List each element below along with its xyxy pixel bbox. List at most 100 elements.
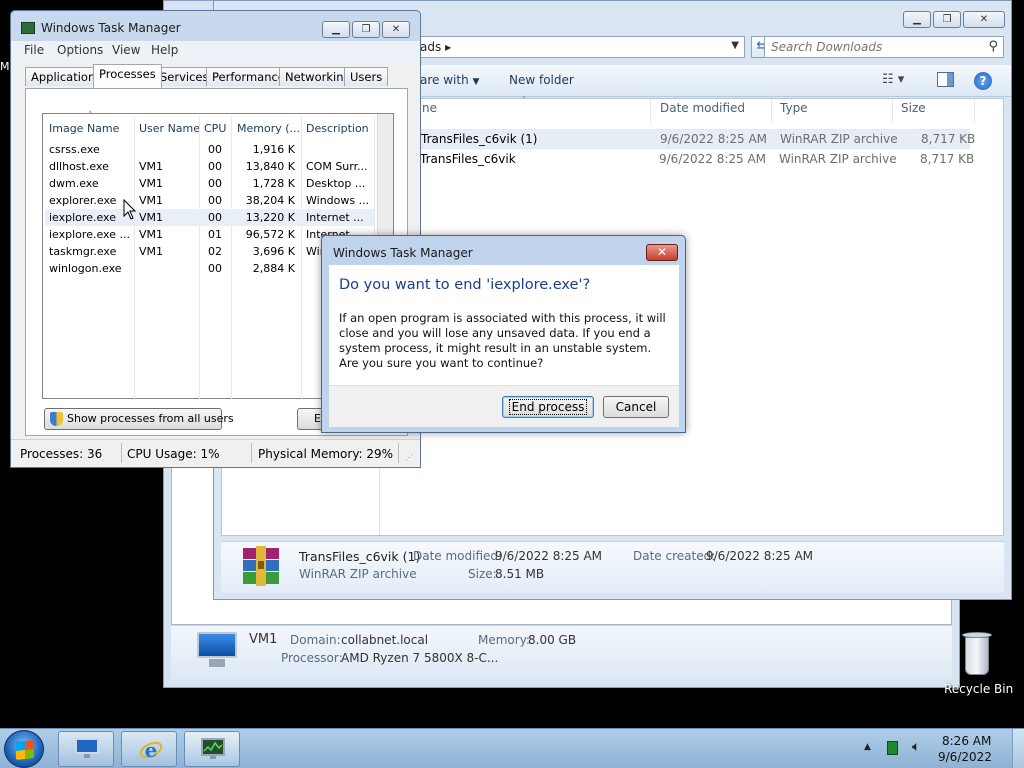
computer-name: VM1 (249, 632, 278, 647)
file-row[interactable]: TransFiles_c6vik (1) 9/6/2022 8:25 AM Wi… (420, 129, 975, 149)
computer-icon (75, 738, 99, 760)
end-process-dialog[interactable]: Windows Task Manager ✕ Do you want to en… (321, 235, 686, 433)
column-header-type[interactable]: Type (780, 101, 808, 115)
recycle-bin-shortcut[interactable]: Recycle Bin (944, 630, 1013, 700)
menu-options[interactable]: Options (57, 43, 103, 57)
file-date: 9/6/2022 8:25 AM (660, 132, 768, 146)
process-user-name: VM1 (139, 245, 164, 258)
svg-text:e: e (145, 738, 158, 762)
clock-time[interactable]: 8:26 AM (942, 734, 991, 748)
process-cpu: 02 (208, 245, 222, 258)
process-memory: 1,916 K (252, 143, 295, 156)
column-header-user-name[interactable]: User Name (139, 122, 200, 135)
close-button[interactable]: ✕ (382, 21, 410, 38)
clock-date[interactable]: 9/6/2022 (938, 750, 992, 764)
process-row[interactable]: dwm.exe VM1 00 1,728 K Desktop ... (45, 175, 374, 192)
address-text: ads ▸ (420, 40, 452, 54)
maximize-button[interactable]: ❐ (933, 11, 961, 28)
desktop-icon-label-partial: M (0, 60, 10, 73)
menu-help[interactable]: Help (151, 43, 178, 57)
process-cpu: 00 (208, 177, 222, 190)
process-memory: 1,728 K (252, 177, 295, 190)
status-physical-memory: Physical Memory: 29% (258, 447, 394, 461)
show-all-processes-button[interactable]: Show processes from all users (44, 408, 234, 430)
column-header-size[interactable]: Size (901, 101, 926, 115)
dialog-close-button[interactable]: ✕ (646, 244, 678, 261)
dialog-body: Do you want to end 'iexplore.exe'? If an… (329, 265, 679, 385)
column-header-image-name[interactable]: Image Name (49, 122, 119, 135)
tab-users[interactable]: Users (344, 67, 389, 86)
process-row[interactable]: iexplore.exe VM1 00 13,220 K Internet ... (45, 209, 374, 226)
process-cpu: 00 (208, 160, 222, 173)
search-icon[interactable]: ⚲ (988, 39, 998, 54)
column-header-name[interactable]: ne (422, 101, 437, 115)
status-processes: Processes: 36 (20, 447, 103, 461)
menu-file[interactable]: File (24, 43, 44, 57)
process-user-name: VM1 (139, 211, 164, 224)
dropdown-arrow-icon: ▼ (472, 77, 480, 87)
help-icon[interactable]: ? (974, 72, 992, 90)
column-header-date-modified[interactable]: Date modified (660, 101, 745, 115)
processor-label: Processor: (281, 651, 343, 665)
processor-value: AMD Ryzen 7 5800X 8-C... (341, 651, 499, 665)
date-modified-label: Date modified: (413, 549, 503, 563)
taskbar-internet-explorer-button[interactable]: e (121, 731, 177, 767)
start-button[interactable] (4, 730, 44, 768)
process-row[interactable]: csrss.exe 00 1,916 K (45, 141, 374, 158)
column-header-memory[interactable]: Memory (... (237, 122, 300, 135)
view-options-icon[interactable]: ☷ ▾ (882, 72, 904, 87)
show-hidden-icons-icon[interactable]: ▲ (864, 742, 871, 752)
column-header-cpu[interactable]: CPU (204, 122, 226, 135)
status-cpu-usage: CPU Usage: 1% (127, 447, 220, 461)
show-desktop-button[interactable] (1012, 729, 1024, 768)
breadcrumb-arrow-icon[interactable]: ▸ (445, 40, 451, 54)
taskbar-task-manager-button[interactable] (184, 731, 240, 767)
process-user-name: VM1 (139, 160, 164, 173)
dialog-title: Windows Task Manager (333, 246, 473, 260)
internet-explorer-icon: e (138, 738, 163, 762)
share-with-menu[interactable]: are with ▼ (420, 73, 479, 87)
maximize-button[interactable]: ❐ (352, 21, 380, 38)
close-button[interactable]: ✕ (963, 11, 1005, 28)
explorer-title-buttons: ▁ ❐ ✕ (901, 11, 1005, 28)
process-memory: 96,572 K (245, 228, 295, 241)
date-created-value: 9/6/2022 8:25 AM (706, 549, 814, 563)
process-image-name: explorer.exe (49, 194, 117, 207)
preview-pane-icon[interactable] (937, 72, 954, 87)
menu-view[interactable]: View (112, 43, 140, 57)
domain-label: Domain: (290, 633, 341, 647)
maximize-icon: ❐ (361, 24, 371, 35)
minimize-button[interactable]: ▁ (322, 21, 350, 38)
search-box[interactable]: ⚲ (764, 36, 1004, 58)
taskbar-explorer-button[interactable] (58, 731, 114, 767)
column-header-description[interactable]: Description (306, 122, 369, 135)
explorer-details-pane: TransFiles_c6vik (1) Date modified: 9/6/… (221, 541, 1004, 593)
process-image-name: taskmgr.exe (49, 245, 117, 258)
process-row[interactable]: dllhost.exe VM1 00 13,840 K COM Surr... (45, 158, 374, 175)
address-dropdown-icon[interactable]: ▼ (731, 40, 739, 51)
status-bar: Processes: 36 CPU Usage: 1% Physical Mem… (11, 439, 420, 467)
cancel-button[interactable]: Cancel (603, 396, 669, 418)
uac-shield-icon (50, 412, 63, 426)
address-bar[interactable]: ads ▸ ▼ (413, 36, 745, 58)
end-process-confirm-button[interactable]: End process (502, 396, 594, 418)
process-cpu: 01 (208, 228, 222, 241)
details-file-name: TransFiles_c6vik (1) (299, 549, 421, 564)
volume-icon[interactable]: 🔈︎ (912, 739, 920, 755)
file-row[interactable]: TransFiles_c6vik 9/6/2022 8:25 AM WinRAR… (420, 150, 974, 170)
process-image-name: csrss.exe (49, 143, 100, 156)
sort-ascending-icon: ˄ (88, 111, 93, 121)
mouse-cursor-icon (123, 198, 137, 224)
process-cpu: 00 (208, 211, 222, 224)
tab-processes[interactable]: Processes (93, 64, 162, 88)
domain-value: collabnet.local (341, 633, 429, 647)
minimize-button[interactable]: ▁ (903, 11, 931, 28)
process-description: COM Surr... (306, 160, 368, 173)
resize-grip-icon[interactable]: ⋰ (405, 453, 413, 462)
task-manager-tray-icon[interactable] (887, 741, 898, 755)
new-folder-button[interactable]: New folder (509, 73, 574, 87)
process-row[interactable]: explorer.exe VM1 00 38,204 K Windows ... (45, 192, 374, 209)
close-icon: ✕ (979, 14, 989, 25)
search-input[interactable] (765, 37, 975, 57)
file-size: 8,717 KB (920, 152, 975, 166)
